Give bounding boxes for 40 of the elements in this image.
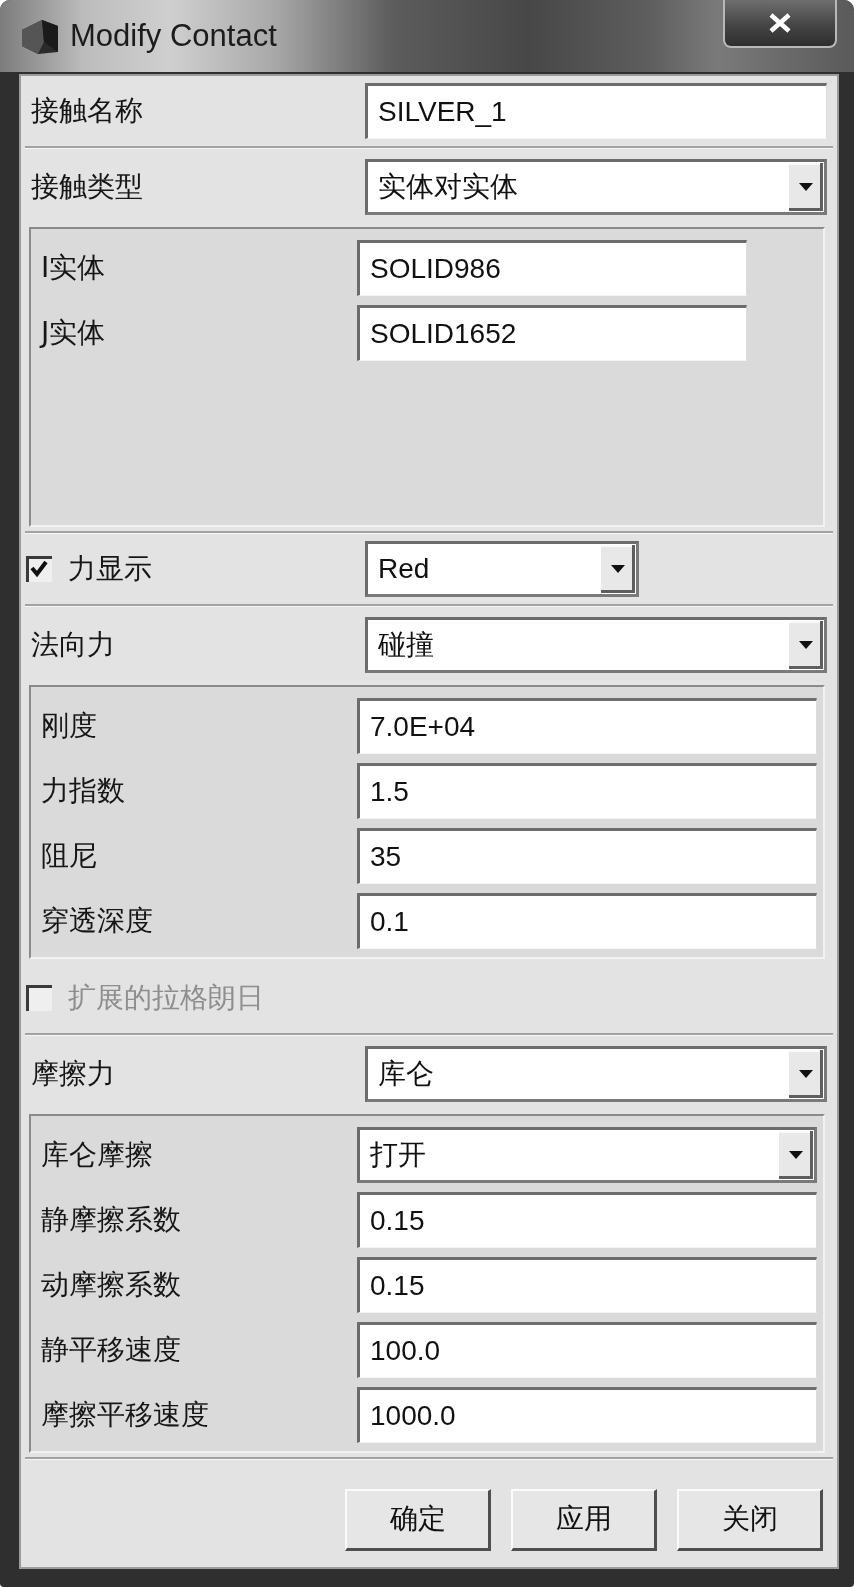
close-button[interactable] [723,0,837,48]
field-label: I实体 [40,249,106,286]
dropdown[interactable]: Red [365,541,639,597]
field-label: J实体 [38,314,106,351]
close-icon [768,13,792,33]
dialog-button[interactable]: 关闭 [677,1488,823,1551]
window-title: Modify Contact [70,18,277,54]
dialog-button[interactable]: 确定 [345,1488,491,1551]
dialog-button[interactable]: 应用 [511,1488,657,1551]
field-label: 静平移速度 [40,1331,181,1368]
text-field[interactable]: 0.15 [357,1191,817,1248]
text-field[interactable]: SOLID986 [357,239,747,296]
field-label: 接触类型 [30,169,143,205]
checkbox-label: 力显示 [68,551,152,587]
text-field[interactable]: 0.15 [357,1256,817,1313]
dropdown[interactable]: 实体对实体 [365,159,827,215]
field-label: 刚度 [40,707,97,744]
checkbox[interactable] [26,556,52,582]
field-label: 静摩擦系数 [40,1201,181,1238]
text-field[interactable]: 35 [357,827,817,884]
dropdown[interactable]: 碰撞 [365,617,827,673]
field-label: 力指数 [40,772,125,809]
field-label: 摩擦平移速度 [40,1396,209,1433]
field-label: 动摩擦系数 [40,1266,181,1303]
text-field[interactable]: 1.5 [357,762,817,819]
field-label: 接触名称 [30,93,143,129]
text-field[interactable]: SOLID1652 [357,304,747,361]
field-label: 法向力 [30,627,115,663]
field-label: 摩擦力 [30,1056,115,1092]
field-label: 阻尼 [40,837,97,874]
text-field[interactable]: SILVER_1 [365,83,827,139]
field-label: 穿透深度 [40,902,153,939]
dropdown[interactable]: 打开 [357,1126,817,1183]
field-label: 库仑摩擦 [40,1136,153,1173]
checkbox-label: 扩展的拉格朗日 [68,980,264,1016]
text-field[interactable]: 1000.0 [357,1386,817,1443]
text-field[interactable]: 7.0E+04 [357,697,817,754]
text-field[interactable]: 0.1 [357,892,817,949]
text-field[interactable]: 100.0 [357,1321,817,1378]
dropdown[interactable]: 库仑 [365,1046,827,1102]
